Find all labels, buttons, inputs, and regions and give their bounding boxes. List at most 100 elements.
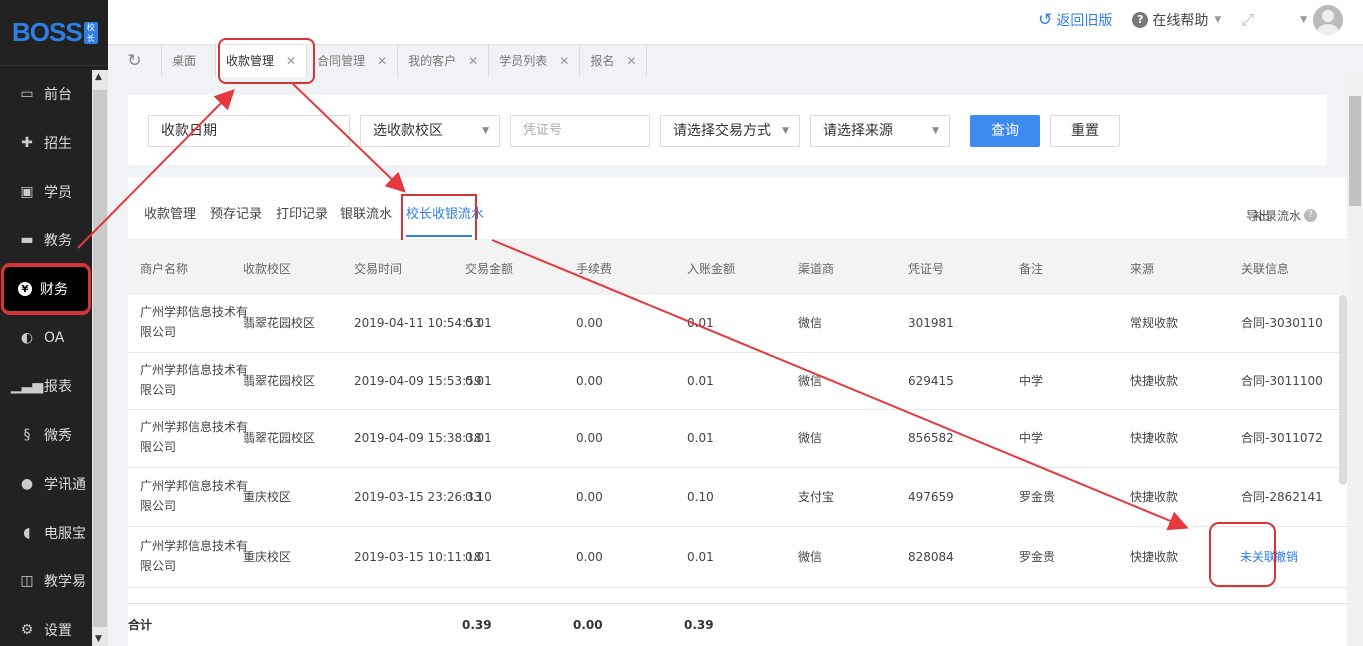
fee-cell: 0.00	[576, 316, 603, 330]
sidebar-item-label: 招生	[44, 136, 72, 153]
campus-select[interactable]: 选收款校区 ▼	[360, 115, 500, 147]
table-row[interactable]: 广州学邦信息技术有 限公司 翡翠花园校区 2019-04-09 15:53:59…	[128, 353, 1347, 410]
sidebar-item-weixiu[interactable]: § 微秀	[0, 411, 92, 460]
pay-method-select[interactable]: 请选择交易方式 ▼	[660, 115, 800, 147]
column-header: 入账金额	[687, 262, 736, 276]
location-icon: ●	[20, 475, 34, 492]
close-icon[interactable]: ✕	[377, 54, 387, 68]
merchant-cell: 广州学邦信息技术有	[140, 420, 249, 434]
sidebar-item-students[interactable]: ▣ 学员	[0, 167, 92, 216]
source-cell: 快捷收款	[1130, 374, 1179, 388]
merchant-cell: 限公司	[140, 559, 177, 573]
return-old-version-button[interactable]: ↺ 返回旧版	[1038, 10, 1112, 30]
column-header: 收款校区	[243, 262, 292, 276]
merchant-cell: 广州学邦信息技术有	[140, 539, 249, 553]
sidebar-item-label: 学讯通	[44, 476, 86, 493]
link-info-cell[interactable]: 合同-3011072	[1241, 428, 1323, 448]
scroll-up-icon[interactable]: ▲	[95, 72, 102, 82]
question-icon[interactable]: ?	[1304, 209, 1317, 222]
close-icon[interactable]: ✕	[559, 54, 569, 68]
sidebar-item-label: 财务	[40, 282, 68, 299]
fullscreen-icon[interactable]: ⤢	[1241, 10, 1254, 30]
sidebar-item-label: 设置	[44, 622, 72, 639]
sidebar-item-enrollment[interactable]: ✚ 招生	[0, 119, 92, 168]
table-row[interactable]: 广州学邦信息技术有 限公司 翡翠花园校区 2019-04-11 10:54:53…	[128, 295, 1347, 353]
tab-student-list[interactable]: 学员列表 ✕	[489, 44, 581, 77]
source-select[interactable]: 请选择来源 ▼	[810, 115, 950, 147]
sidebar-item-jiaoxueyi[interactable]: ◫ 教学易	[0, 557, 92, 606]
logo: BOSS 校长	[0, 0, 108, 66]
sidebar-item-dianfubao[interactable]: ◖ 电服宝	[0, 508, 92, 557]
column-header: 手续费	[576, 262, 613, 276]
tab-contract-management[interactable]: 合同管理 ✕	[307, 44, 399, 77]
sidebar-item-finance[interactable]: ¥ 财务	[2, 264, 90, 314]
link-info-cell[interactable]: 合同-2862141	[1241, 487, 1323, 507]
link-info-cell[interactable]: 合同-3030110	[1241, 313, 1323, 333]
refresh-icon[interactable]: ↻	[108, 44, 162, 77]
campus-cell: 翡翠花园校区	[243, 431, 316, 445]
tab-label: 合同管理	[317, 54, 366, 68]
campus-cell: 翡翠花园校区	[243, 316, 316, 330]
main-scroll-thumb[interactable]	[1349, 96, 1361, 206]
link-info-cell[interactable]: 合同-3011100	[1241, 371, 1323, 391]
subtab-payment-management[interactable]: 收款管理	[144, 203, 196, 222]
table-row[interactable]: 广州学邦信息技术有 限公司 重庆校区 2019-03-15 10:11:18 0…	[128, 527, 1347, 588]
channel-cell: 微信	[798, 374, 823, 388]
net-cell: 0.01	[687, 316, 714, 330]
sidebar-item-oa[interactable]: ◐ OA	[0, 313, 92, 362]
merchant-cell: 广州学邦信息技术有	[140, 305, 249, 319]
time-cell: 2019-03-15 10:11:18	[354, 550, 482, 564]
amount-cell: 0.01	[465, 374, 492, 388]
voucher-cell: 497659	[908, 490, 954, 504]
amount-cell: 0.01	[465, 431, 492, 445]
table-row[interactable]: 广州学邦信息技术有 限公司 翡翠花园校区 2019-04-09 15:38:38…	[128, 410, 1347, 468]
tab-my-customers[interactable]: 我的客户 ✕	[398, 44, 490, 77]
query-button[interactable]: 查询	[970, 115, 1040, 147]
fee-cell: 0.00	[576, 490, 603, 504]
close-icon[interactable]: ✕	[468, 54, 478, 68]
note-cell: 中学	[1019, 374, 1044, 388]
supplement-flow-button[interactable]: 补录流水?	[1253, 207, 1317, 224]
sidebar: BOSS 校长 ▭ 前台 ✚ 招生 ▣ 学员 ▬ 教务 ¥ 财务 ◐ OA ▁▃▅ 报表 § 微…	[0, 0, 108, 646]
help-label: 在线帮助	[1152, 13, 1209, 29]
sidebar-item-academic[interactable]: ▬ 教务	[0, 216, 92, 265]
scroll-down-icon[interactable]: ▼	[95, 634, 102, 644]
avatar[interactable]	[1313, 5, 1343, 35]
close-icon[interactable]: ✕	[626, 54, 636, 68]
return-icon: ↺	[1038, 10, 1053, 30]
source-cell: 常规收款	[1130, 316, 1179, 330]
source-select-value: 请选择来源	[823, 123, 893, 139]
sidebar-item-reports[interactable]: ▁▃▅ 报表	[0, 362, 92, 411]
highlight-box	[1209, 522, 1276, 587]
table-row[interactable]: 广州学邦信息技术有 限公司 重庆校区 2019-03-15 23:26:33 0…	[128, 468, 1347, 527]
tab-desktop[interactable]: 桌面	[162, 44, 216, 77]
sidebar-item-settings[interactable]: ⚙ 设置	[0, 606, 92, 646]
sidebar-item-frontdesk[interactable]: ▭ 前台	[0, 70, 92, 119]
amount-cell: 0.01	[465, 316, 492, 330]
main-scrollbar[interactable]	[1347, 76, 1363, 646]
subtab-unionpay-flow[interactable]: 银联流水	[340, 203, 392, 222]
voucher-input[interactable]: 凭证号	[510, 115, 650, 147]
payment-date-picker[interactable]: 收款日期	[148, 115, 350, 147]
sidebar-item-xuexuntong[interactable]: ● 学讯通	[0, 460, 92, 509]
tab-label: 学员列表	[499, 54, 548, 68]
subtab-print-records[interactable]: 打印记录	[276, 203, 328, 222]
source-cell: 快捷收款	[1130, 550, 1179, 564]
user-menu-chevron-icon[interactable]: ▼	[1300, 15, 1307, 25]
subtab-prepaid-records[interactable]: 预存记录	[210, 203, 262, 222]
sidebar-scrollbar[interactable]: ▲ ▼	[92, 70, 108, 646]
voucher-placeholder: 凭证号	[523, 123, 563, 138]
table-scrollbar[interactable]	[1339, 295, 1347, 485]
tab-registration[interactable]: 报名 ✕	[580, 44, 648, 77]
revoke-link[interactable]: 撤销	[1274, 547, 1298, 567]
online-help-button[interactable]: ? 在线帮助 ▼	[1132, 10, 1221, 30]
amount-cell: 0.10	[465, 490, 492, 504]
channel-cell: 支付宝	[798, 490, 835, 504]
fee-cell: 0.00	[576, 550, 603, 564]
sidebar-scroll-thumb[interactable]	[93, 90, 107, 627]
source-cell: 快捷收款	[1130, 490, 1179, 504]
help-icon: ?	[1132, 12, 1149, 28]
column-header: 商户名称	[140, 262, 189, 276]
book-icon: ▬	[20, 232, 34, 249]
reset-button[interactable]: 重置	[1050, 115, 1120, 147]
